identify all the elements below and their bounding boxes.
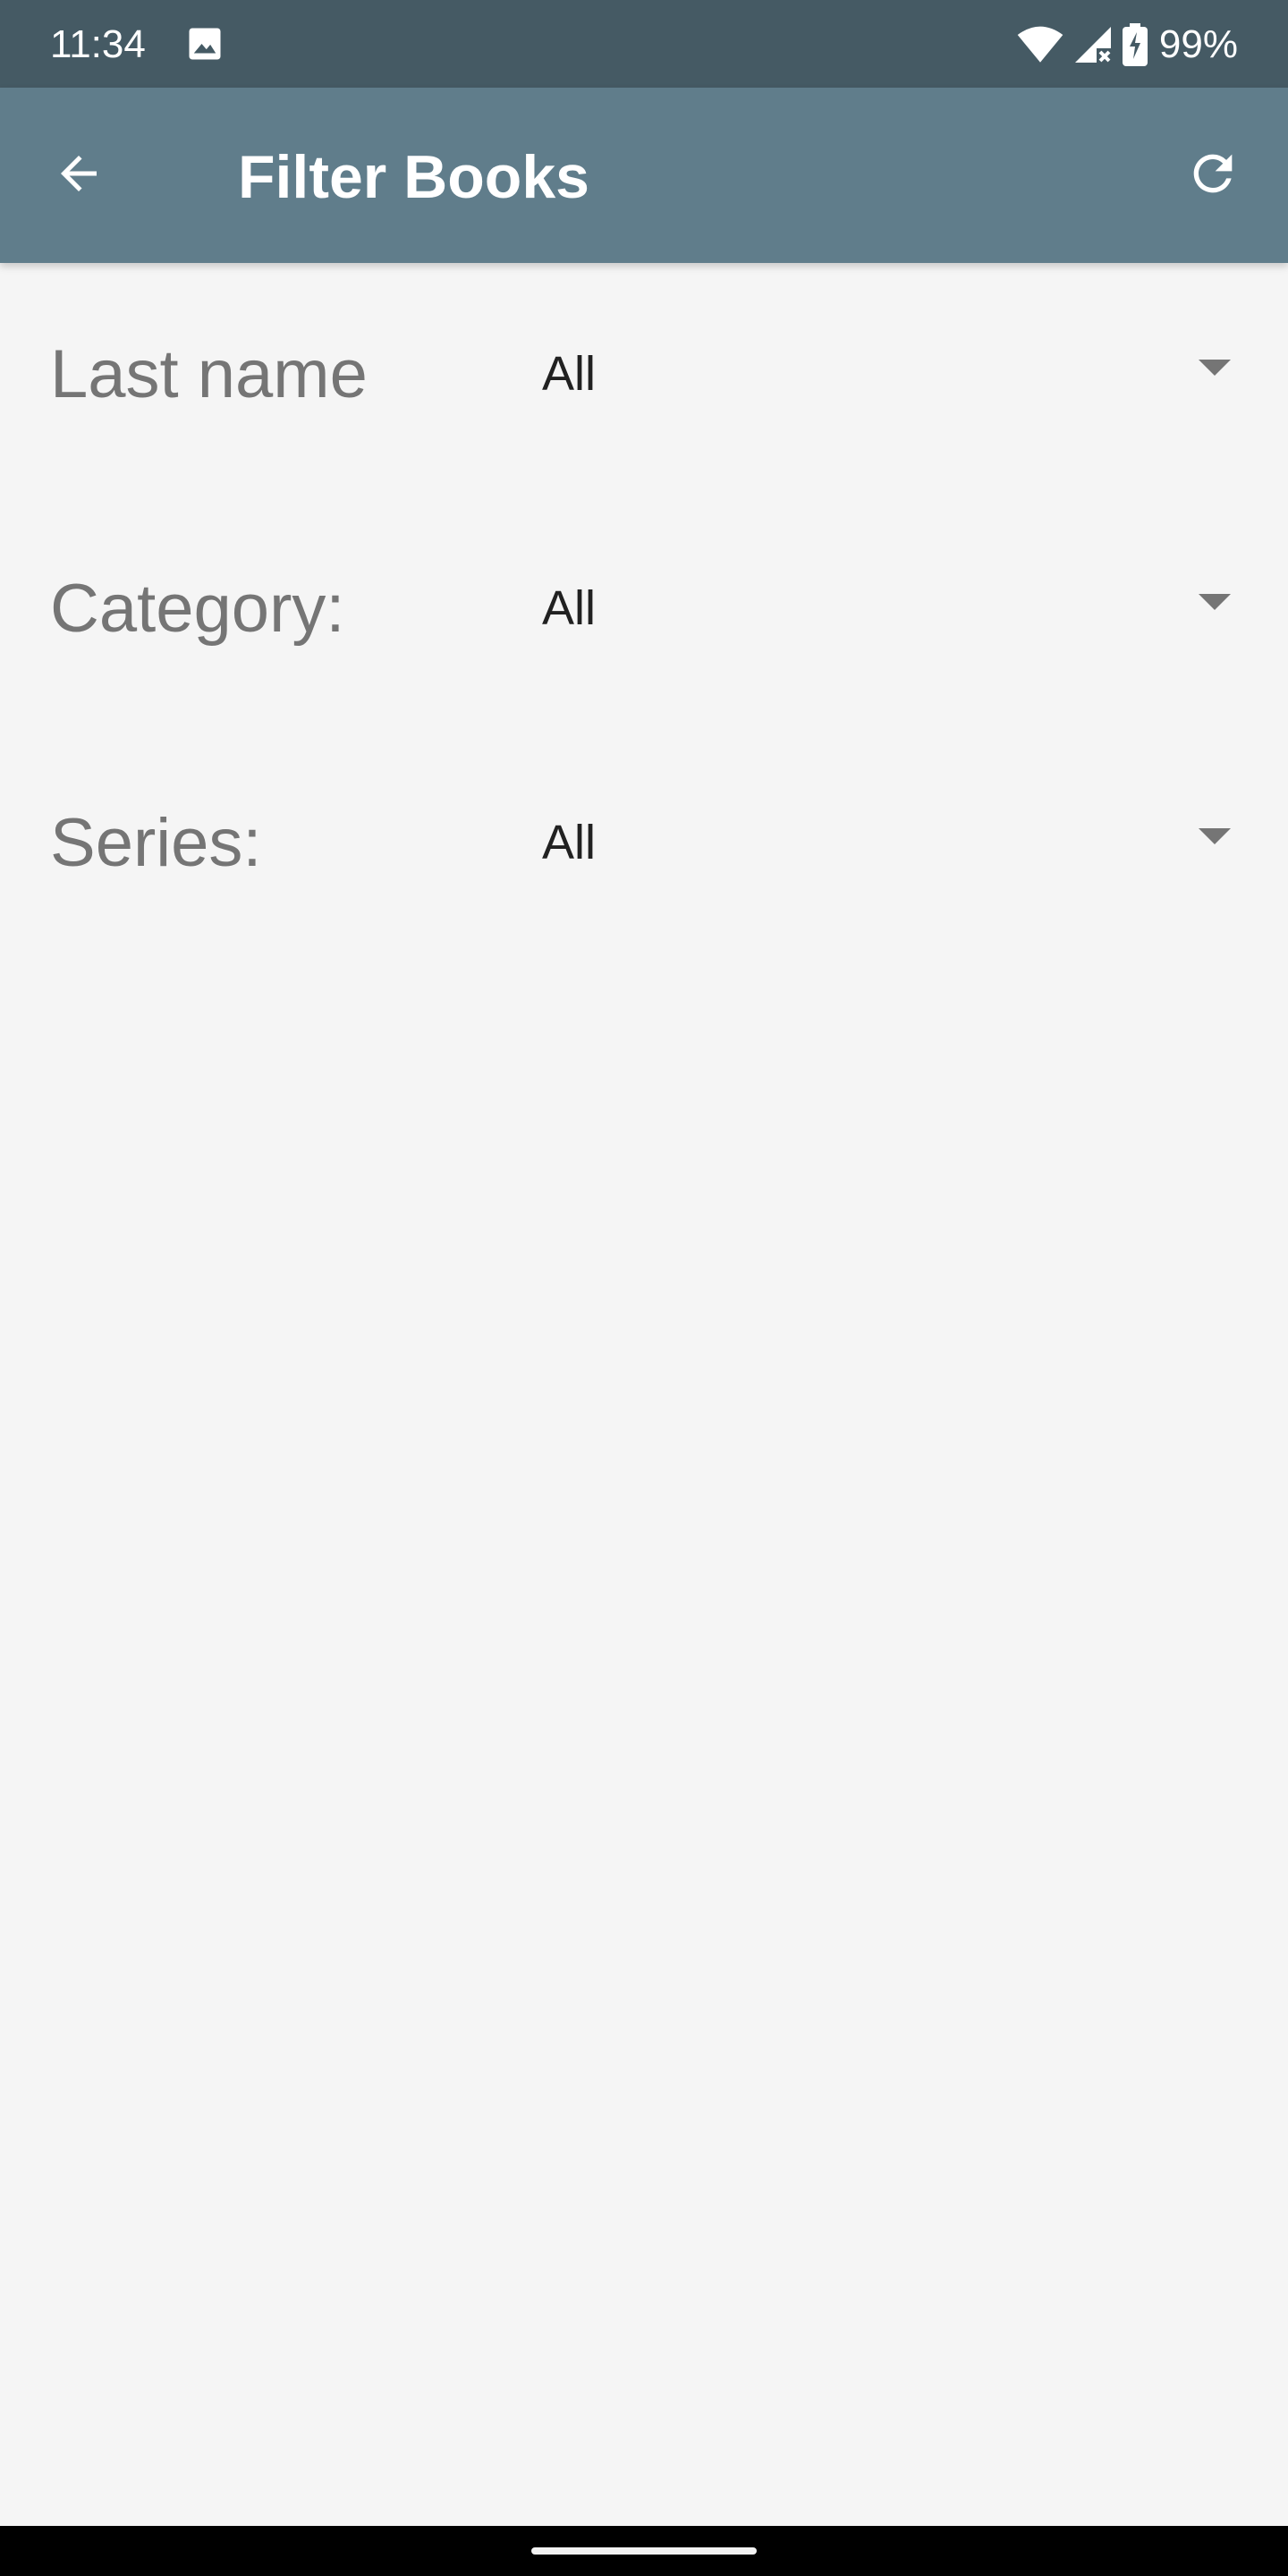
home-gesture-handle[interactable] bbox=[531, 2547, 757, 2555]
category-dropdown[interactable]: All bbox=[533, 551, 1249, 658]
battery-percent: 99% bbox=[1158, 22, 1238, 66]
last-name-dropdown[interactable]: All bbox=[533, 317, 1249, 424]
status-bar: 11:34 99% bbox=[0, 0, 1288, 88]
back-button[interactable] bbox=[36, 132, 122, 218]
filter-row-category: Category: All bbox=[0, 533, 1288, 667]
dropdown-arrow-icon bbox=[1199, 828, 1231, 846]
filter-label-series: Series: bbox=[50, 805, 262, 881]
filter-label-last-name: Last name bbox=[50, 336, 368, 412]
cell-signal-icon bbox=[1072, 23, 1114, 66]
status-right-icons: 99% bbox=[1016, 20, 1238, 70]
dropdown-selected-value: All bbox=[542, 816, 597, 869]
wifi-icon bbox=[1016, 25, 1064, 64]
filter-label-category: Category: bbox=[50, 571, 345, 647]
filter-row-series: Series: All bbox=[0, 767, 1288, 902]
dropdown-arrow-icon bbox=[1199, 594, 1231, 612]
dropdown-selected-value: All bbox=[542, 347, 597, 401]
refresh-icon bbox=[1184, 145, 1241, 207]
filter-row-last-name: Last name All bbox=[0, 299, 1288, 433]
arrow-back-icon bbox=[52, 147, 106, 205]
series-dropdown[interactable]: All bbox=[533, 785, 1249, 893]
dropdown-selected-value: All bbox=[542, 581, 597, 635]
navigation-bar bbox=[0, 2526, 1288, 2576]
dropdown-arrow-icon bbox=[1199, 360, 1231, 377]
image-icon bbox=[186, 25, 224, 63]
app-bar: Filter Books bbox=[0, 88, 1288, 263]
filter-books-screen: 11:34 99% Filter Books Last name All Cat… bbox=[0, 0, 1288, 2576]
battery-charging-icon bbox=[1122, 23, 1148, 66]
refresh-button[interactable] bbox=[1170, 132, 1256, 218]
status-time: 11:34 bbox=[50, 22, 146, 66]
page-title: Filter Books bbox=[238, 143, 589, 211]
